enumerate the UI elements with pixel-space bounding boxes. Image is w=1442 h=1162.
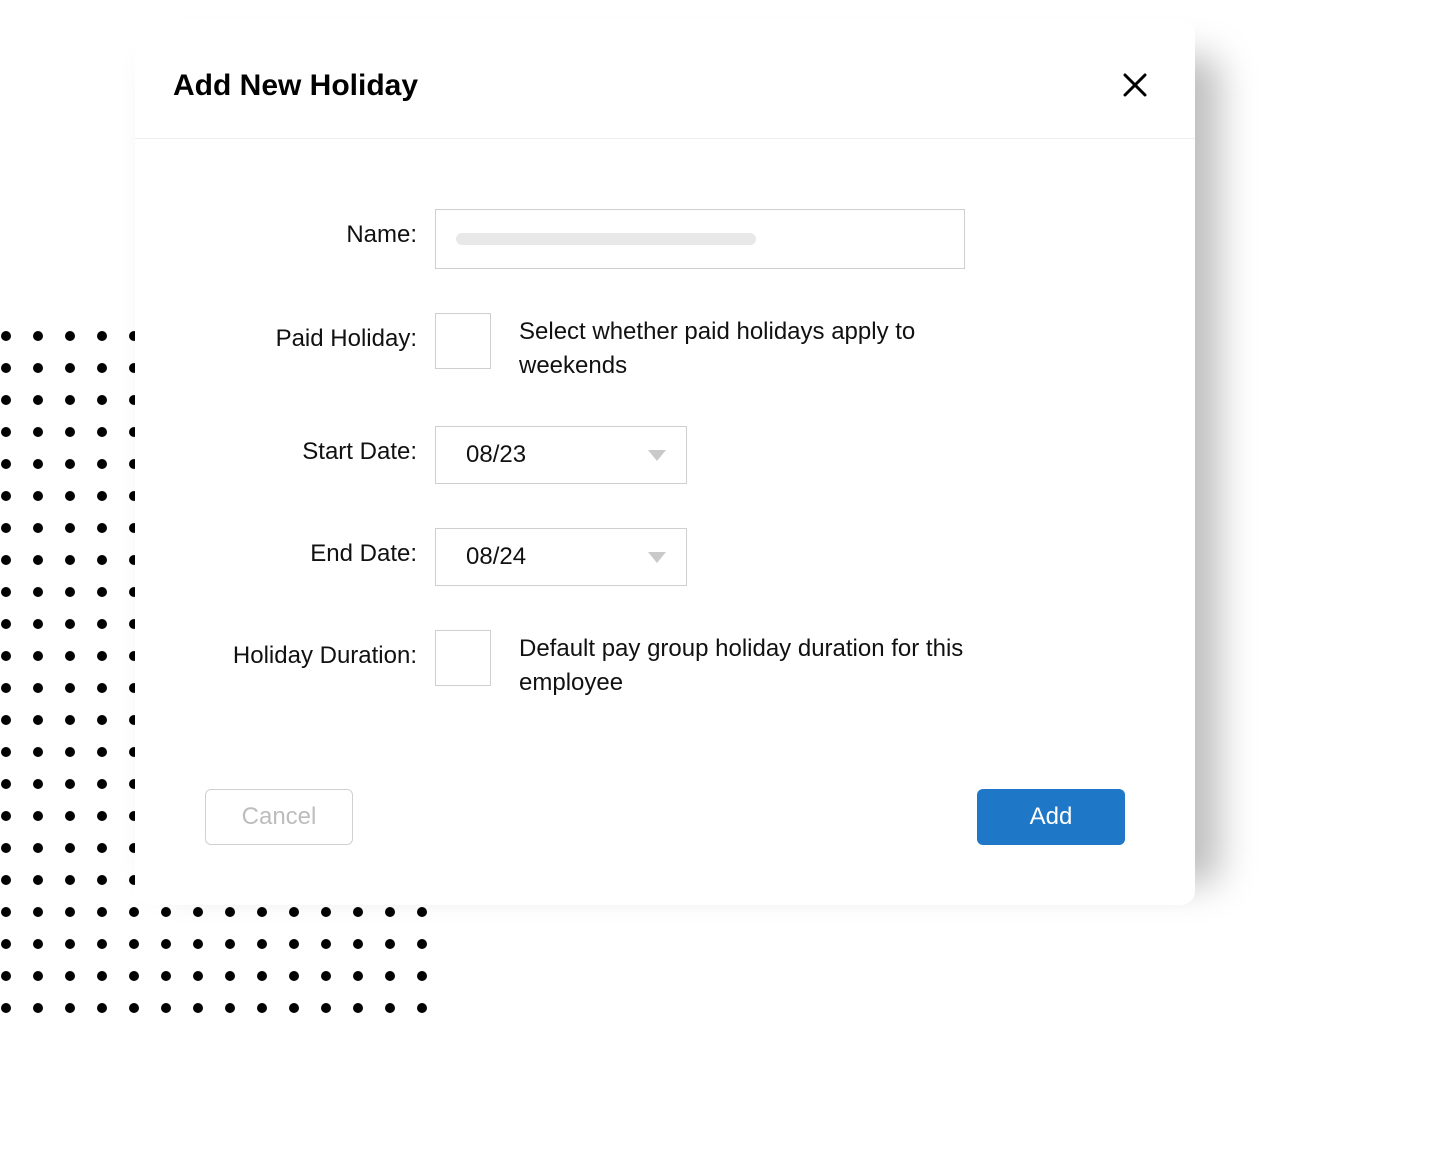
close-icon [1120,70,1150,103]
chevron-down-icon [648,450,666,461]
name-placeholder-bar [456,233,756,245]
paid-holiday-row: Paid Holiday: Select whether paid holida… [195,313,1135,382]
dialog-footer: Cancel Add [135,749,1195,905]
name-control [435,209,1135,269]
end-date-control: 08/24 [435,528,1135,586]
dialog-body: Name: Paid Holiday: Select whether paid … [135,139,1195,749]
start-date-label: Start Date: [195,426,435,466]
start-date-select[interactable]: 08/23 [435,426,687,484]
holiday-duration-checkbox[interactable] [435,630,491,686]
start-date-row: Start Date: 08/23 [195,426,1135,484]
close-button[interactable] [1113,64,1157,108]
paid-holiday-helper: Select whether paid holidays apply to we… [519,313,999,382]
chevron-down-icon [648,552,666,563]
end-date-select[interactable]: 08/24 [435,528,687,586]
add-button[interactable]: Add [977,789,1125,845]
end-date-row: End Date: 08/24 [195,528,1135,586]
paid-holiday-label: Paid Holiday: [195,313,435,353]
start-date-value: 08/23 [466,441,526,469]
dialog-title: Add New Holiday [173,69,418,103]
paid-holiday-checkbox[interactable] [435,313,491,369]
holiday-duration-helper: Default pay group holiday duration for t… [519,630,999,699]
holiday-duration-label: Holiday Duration: [195,630,435,670]
cancel-button[interactable]: Cancel [205,789,353,845]
add-holiday-dialog: Add New Holiday Name: Paid Holiday: [135,20,1195,905]
end-date-label: End Date: [195,528,435,568]
start-date-control: 08/23 [435,426,1135,484]
name-input[interactable] [435,209,965,269]
holiday-duration-control: Default pay group holiday duration for t… [435,630,1135,699]
end-date-value: 08/24 [466,543,526,571]
paid-holiday-control: Select whether paid holidays apply to we… [435,313,1135,382]
name-label: Name: [195,209,435,249]
holiday-duration-row: Holiday Duration: Default pay group holi… [195,630,1135,699]
name-row: Name: [195,209,1135,269]
dialog-header: Add New Holiday [135,20,1195,139]
